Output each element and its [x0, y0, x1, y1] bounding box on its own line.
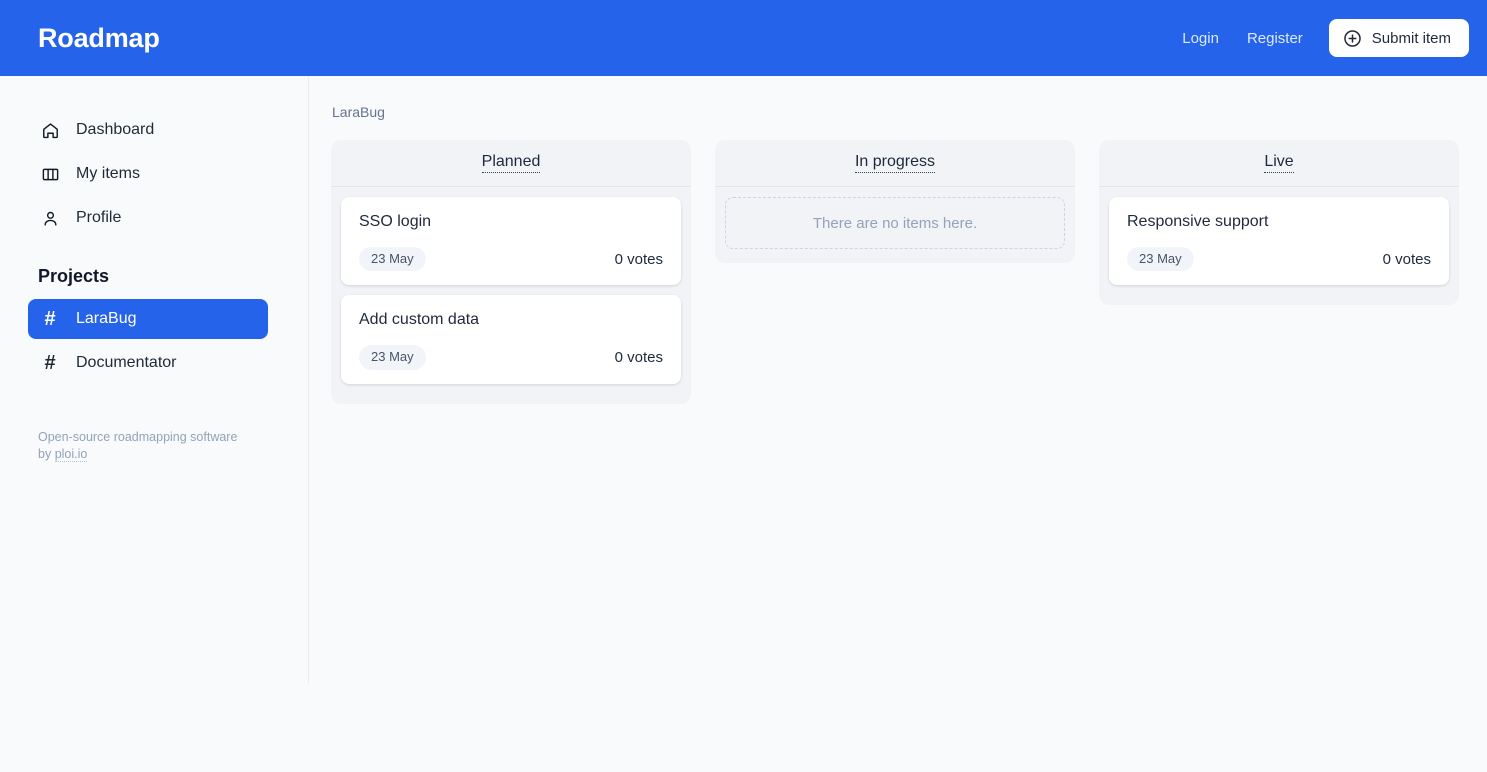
user-icon: [40, 208, 60, 228]
home-icon: [40, 120, 60, 140]
column-body: There are no items here.: [715, 187, 1075, 249]
roadmap-board: Planned SSO login 23 May 0 votes Add cus…: [331, 140, 1459, 404]
sidebar: Dashboard My items Profile Projects: [0, 76, 309, 684]
sidebar-item-label: Documentator: [76, 354, 177, 372]
sidebar-item-larabug[interactable]: # LaraBug: [28, 299, 268, 339]
column-header: Planned: [331, 140, 691, 187]
column-header: In progress: [715, 140, 1075, 187]
sidebar-item-profile[interactable]: Profile: [28, 198, 268, 238]
sidebar-item-label: LaraBug: [76, 310, 137, 328]
page-body: Dashboard My items Profile Projects: [0, 76, 1487, 684]
app-header: Roadmap Login Register Submit item: [0, 0, 1487, 76]
sidebar-projects-heading: Projects: [38, 266, 268, 287]
board-column-live: Live Responsive support 23 May 0 votes: [1099, 140, 1459, 305]
sidebar-item-label: Dashboard: [76, 121, 154, 139]
submit-item-label: Submit item: [1372, 30, 1451, 47]
empty-state: There are no items here.: [725, 197, 1065, 249]
roadmap-card[interactable]: Add custom data 23 May 0 votes: [341, 295, 681, 383]
sidebar-item-my-items[interactable]: My items: [28, 154, 268, 194]
card-vote-count: 0 votes: [1383, 251, 1431, 268]
sidebar-item-label: My items: [76, 165, 140, 183]
column-body: Responsive support 23 May 0 votes: [1099, 187, 1459, 285]
column-title: Planned: [482, 153, 541, 174]
sidebar-item-documentator[interactable]: # Documentator: [28, 343, 268, 383]
register-link[interactable]: Register: [1233, 31, 1317, 46]
main-content: LaraBug Planned SSO login 23 May 0 votes: [309, 76, 1487, 404]
hash-icon: #: [40, 309, 60, 329]
card-meta: 23 May 0 votes: [359, 345, 663, 369]
board-column-in-progress: In progress There are no items here.: [715, 140, 1075, 263]
column-header: Live: [1099, 140, 1459, 187]
card-date-badge: 23 May: [359, 345, 426, 369]
column-title: Live: [1264, 153, 1293, 174]
column-body: SSO login 23 May 0 votes Add custom data…: [331, 187, 691, 384]
card-vote-count: 0 votes: [615, 349, 663, 366]
card-meta: 23 May 0 votes: [1127, 247, 1431, 271]
header-nav: Login Register Submit item: [1168, 19, 1469, 57]
card-title: SSO login: [359, 213, 663, 231]
card-vote-count: 0 votes: [615, 251, 663, 268]
ploi-link[interactable]: ploi.io: [55, 447, 88, 462]
hash-icon: #: [40, 353, 60, 373]
board-column-planned: Planned SSO login 23 May 0 votes Add cus…: [331, 140, 691, 404]
submit-item-button[interactable]: Submit item: [1329, 19, 1469, 57]
breadcrumb: LaraBug: [332, 104, 1459, 120]
login-link[interactable]: Login: [1168, 31, 1233, 46]
sidebar-footer: Open-source roadmapping software by ploi…: [28, 429, 250, 462]
card-date-badge: 23 May: [1127, 247, 1194, 271]
plus-circle-icon: [1343, 29, 1362, 48]
columns-icon: [40, 164, 60, 184]
roadmap-card[interactable]: SSO login 23 May 0 votes: [341, 197, 681, 285]
sidebar-item-dashboard[interactable]: Dashboard: [28, 110, 268, 150]
card-title: Responsive support: [1127, 213, 1431, 231]
app-title: Roadmap: [38, 23, 160, 54]
sidebar-item-label: Profile: [76, 209, 121, 227]
card-date-badge: 23 May: [359, 247, 426, 271]
column-title: In progress: [855, 153, 935, 174]
roadmap-card[interactable]: Responsive support 23 May 0 votes: [1109, 197, 1449, 285]
card-meta: 23 May 0 votes: [359, 247, 663, 271]
card-title: Add custom data: [359, 311, 663, 329]
